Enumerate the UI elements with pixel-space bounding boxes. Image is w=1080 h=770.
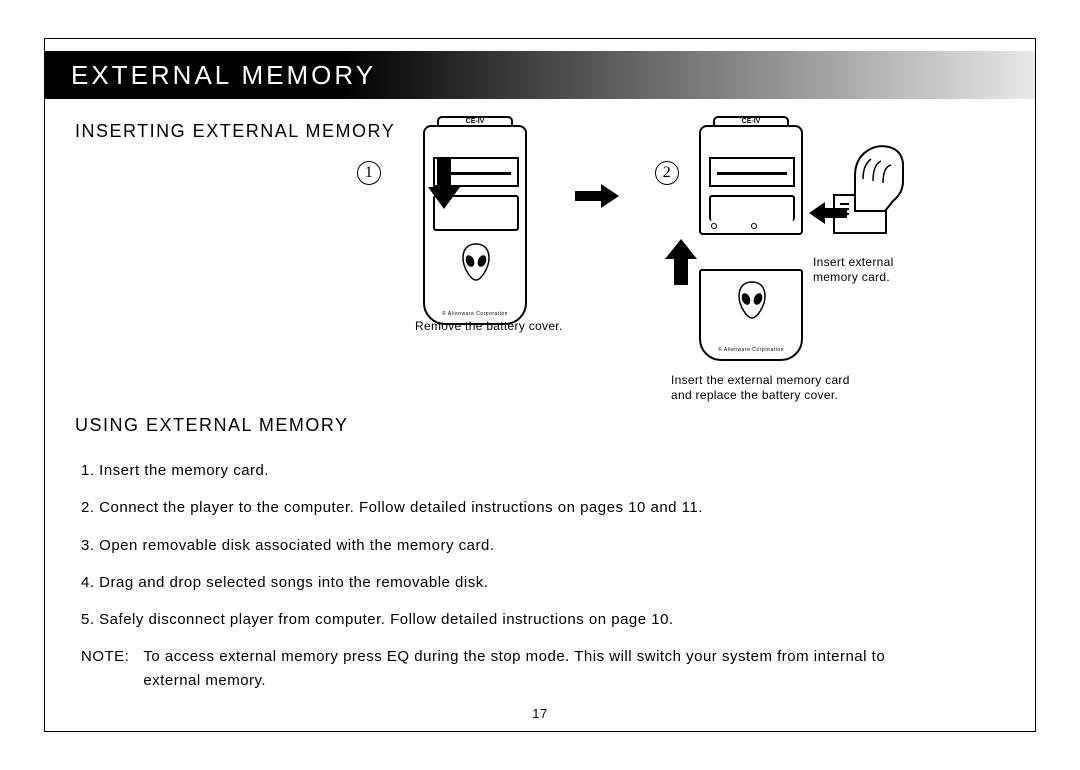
step-number-1: 1 <box>357 161 381 185</box>
header-band: EXTERNAL MEMORY <box>45 51 1035 99</box>
screw-hole-icon <box>711 223 717 229</box>
instruction-step: 2. Connect the player to the computer. F… <box>81 496 981 519</box>
device-body: © Alienware Corporation <box>423 125 527 325</box>
caption-replace-cover-a: Insert the external memory card <box>671 373 850 387</box>
device-panel-2 <box>709 195 795 221</box>
page-title: EXTERNAL MEMORY <box>71 60 376 91</box>
instruction-step: 1. Insert the memory card. <box>81 459 981 482</box>
arrow-left-head-icon <box>809 202 825 224</box>
battery-cover: © Alienware Corporation <box>699 269 803 361</box>
manual-page: EXTERNAL MEMORY INSERTING EXTERNAL MEMOR… <box>44 38 1036 732</box>
arrow-down-head-icon <box>428 187 460 209</box>
instructions-list: 1. Insert the memory card. 2. Connect th… <box>81 459 981 692</box>
hand-icon <box>845 141 907 213</box>
note-block: NOTE: To access external memory press EQ… <box>81 645 981 692</box>
arrow-down-icon <box>437 159 451 187</box>
note-label: NOTE: <box>81 645 129 692</box>
page-number: 17 <box>45 706 1035 721</box>
screw-hole-icon <box>751 223 757 229</box>
caption-remove-cover: Remove the battery cover. <box>415 319 563 333</box>
instruction-step: 5. Safely disconnect player from compute… <box>81 608 981 631</box>
arrow-up-head-icon <box>665 239 697 259</box>
caption-insert-card-b: memory card. <box>813 270 890 284</box>
corp-label: © Alienware Corporation <box>425 311 525 317</box>
diagram-device-full: CE-IV © Alienware Corporation <box>423 125 527 325</box>
alien-head-icon <box>737 281 767 319</box>
step-number-2: 2 <box>655 161 679 185</box>
arrow-right-icon <box>575 191 601 201</box>
instruction-step: 3. Open removable disk associated with t… <box>81 534 981 557</box>
caption-insert-card-a: Insert external <box>813 255 894 269</box>
section-inserting-title: INSERTING EXTERNAL MEMORY <box>75 121 395 142</box>
arrow-right-head-icon <box>601 184 619 208</box>
alien-head-icon <box>461 243 491 281</box>
section-using-title: USING EXTERNAL MEMORY <box>75 415 349 436</box>
diagram-device-open: CE-IV <box>699 125 803 235</box>
device-upper <box>699 125 803 235</box>
arrow-left-icon <box>825 208 847 218</box>
note-text: To access external memory press EQ durin… <box>143 645 943 692</box>
arrow-up-icon <box>674 259 688 285</box>
caption-replace-cover-b: and replace the battery cover. <box>671 388 838 402</box>
corp-label-2: © Alienware Corporation <box>701 347 801 353</box>
device-slot-2 <box>709 157 795 187</box>
instruction-step: 4. Drag and drop selected songs into the… <box>81 571 981 594</box>
